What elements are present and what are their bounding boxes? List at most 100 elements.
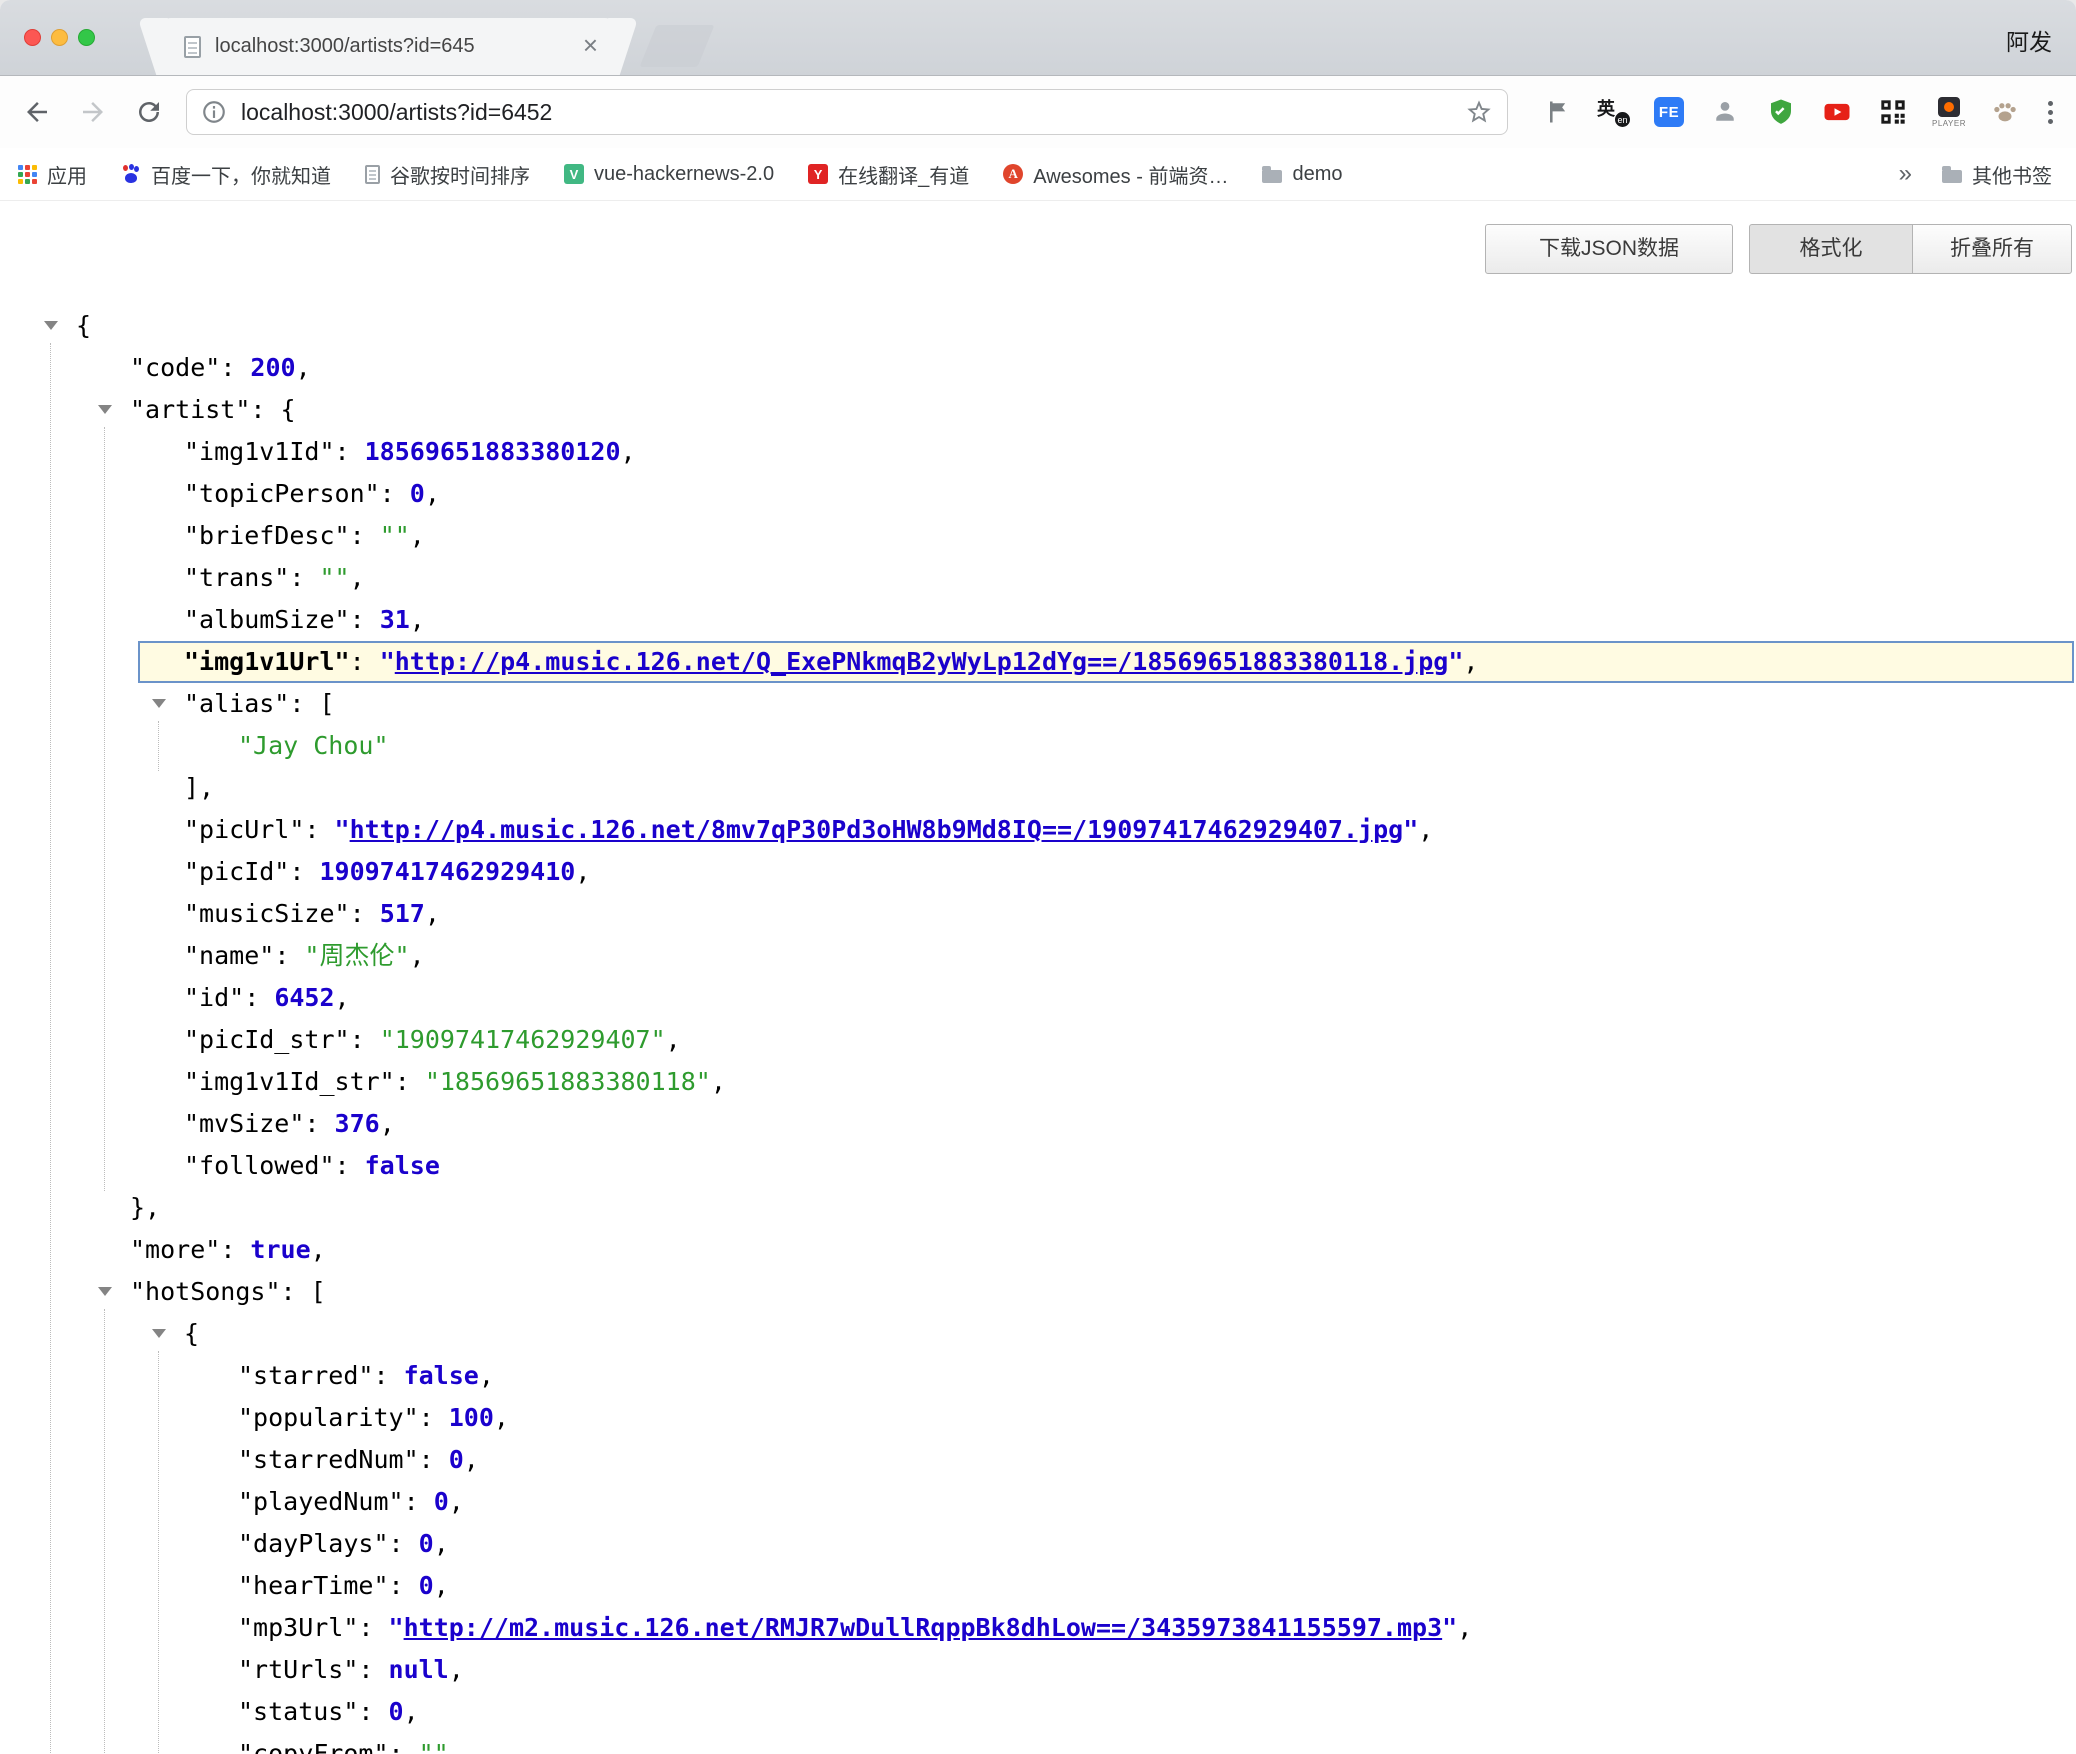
collapse-toggle-icon[interactable] (98, 1287, 112, 1296)
json-line: }, (0, 1187, 2076, 1229)
json-line: "id": 6452, (0, 977, 2076, 1019)
json-line: "trans": "", (0, 557, 2076, 599)
json-line: "popularity": 100, (0, 1397, 2076, 1439)
bookmarks-overflow-icon[interactable]: » (1899, 160, 1912, 188)
json-line: "code": 200, (0, 347, 2076, 389)
json-line: "alias": [ (0, 683, 2076, 725)
json-line: { (0, 1313, 2076, 1355)
baidu-favicon (121, 164, 141, 184)
bookmark-youdao[interactable]: Y 在线翻译_有道 (808, 160, 969, 189)
json-line: "name": "周杰伦", (0, 935, 2076, 977)
bookmark-awesomes[interactable]: A Awesomes - 前端资… (1003, 160, 1228, 189)
bookmark-label: 应用 (47, 160, 87, 189)
json-line: "picId": 19097417462929410, (0, 851, 2076, 893)
json-line: "img1v1Id": 18569651883380120, (0, 431, 2076, 473)
forward-button[interactable] (76, 95, 110, 129)
reload-button[interactable] (132, 95, 166, 129)
download-json-button[interactable]: 下载JSON数据 (1485, 224, 1733, 274)
bookmark-label: 谷歌按时间排序 (390, 160, 530, 189)
json-line: "rtUrls": null, (0, 1649, 2076, 1691)
bookmark-baidu[interactable]: 百度一下，你就知道 (121, 160, 331, 189)
collapse-toggle-icon[interactable] (98, 405, 112, 414)
bookmark-apps[interactable]: 应用 (18, 160, 87, 189)
player-extension-icon[interactable]: PLAYER (1932, 95, 1966, 129)
fehelper-extension-icon[interactable]: FE (1652, 95, 1686, 129)
collapse-all-button[interactable]: 折叠所有 (1912, 224, 2072, 274)
page-icon (184, 36, 201, 58)
close-window-button[interactable] (24, 29, 41, 46)
collapse-toggle-icon[interactable] (152, 1329, 166, 1338)
json-line: "starredNum": 0, (0, 1439, 2076, 1481)
new-tab-button[interactable] (640, 25, 715, 67)
bookmark-label: vue-hackernews-2.0 (594, 163, 774, 186)
browser-window: localhost:3000/artists?id=645 × 阿发 local… (0, 0, 2076, 1754)
youtube-extension-icon[interactable] (1820, 95, 1854, 129)
url-text[interactable]: localhost:3000/artists?id=6452 (241, 99, 1465, 126)
browser-menu-icon[interactable] (2038, 101, 2062, 124)
json-url-link[interactable]: http://p4.music.126.net/8mv7qP30Pd3oHW8b… (350, 815, 1404, 844)
bookmarks-bar: 应用 百度一下，你就知道 谷歌按时间排序 V vue-hackernews-2.… (0, 148, 2076, 201)
tree-guide-line (104, 1309, 105, 1754)
tab-bar: localhost:3000/artists?id=645 × 阿发 (0, 0, 2076, 76)
bookmark-demo[interactable]: demo (1262, 163, 1342, 186)
json-line: "copyFrom": "", (0, 1733, 2076, 1754)
json-line: "mp3Url": "http://m2.music.126.net/RMJR7… (0, 1607, 2076, 1649)
json-line: "playedNum": 0, (0, 1481, 2076, 1523)
bookmark-label: 百度一下，你就知道 (151, 160, 331, 189)
page-favicon (365, 165, 380, 184)
vue-favicon: V (564, 164, 584, 184)
bookmark-vue-hackernews[interactable]: V vue-hackernews-2.0 (564, 163, 774, 186)
bookmark-label: 在线翻译_有道 (838, 160, 969, 189)
tree-guide-line (104, 427, 105, 1191)
profile-extension-icon[interactable] (1708, 95, 1742, 129)
translate-extension-icon[interactable]: 英 en (1596, 95, 1630, 129)
address-bar[interactable]: localhost:3000/artists?id=6452 (186, 89, 1508, 135)
site-info-icon[interactable] (201, 99, 227, 125)
json-line: "mvSize": 376, (0, 1103, 2076, 1145)
shield-extension-icon[interactable] (1764, 95, 1798, 129)
player-caption: PLAYER (1932, 119, 1966, 128)
json-line: "starred": false, (0, 1355, 2076, 1397)
folder-icon (1262, 170, 1282, 183)
minimize-window-button[interactable] (51, 29, 68, 46)
page-content: 下载JSON数据 格式化 折叠所有 { "code": 200,"artist":… (0, 201, 2076, 1754)
json-line: ], (0, 767, 2076, 809)
tree-guide-line (50, 343, 51, 1754)
tree-guide-line (158, 1351, 159, 1754)
tree-guide-line (158, 721, 159, 771)
awesomes-favicon: A (1003, 164, 1023, 184)
browser-toolbar: localhost:3000/artists?id=6452 英 en FE (0, 76, 2076, 148)
collapse-toggle-icon[interactable] (152, 699, 166, 708)
json-line: "artist": { (0, 389, 2076, 431)
json-line: "picUrl": "http://p4.music.126.net/8mv7q… (0, 809, 2076, 851)
json-url-link[interactable]: http://m2.music.126.net/RMJR7wDullRqppBk… (404, 1613, 1443, 1642)
collapse-toggle-icon[interactable] (44, 321, 58, 330)
json-line: "more": true, (0, 1229, 2076, 1271)
json-line: "img1v1Id_str": "18569651883380118", (0, 1061, 2076, 1103)
translate-zh-glyph: 英 (1597, 95, 1615, 121)
browser-tab[interactable]: localhost:3000/artists?id=645 × (162, 18, 614, 75)
extension-icons: 英 en FE PLAYER (1540, 95, 2022, 129)
back-button[interactable] (20, 95, 54, 129)
bookmark-label: 其他书签 (1972, 160, 2052, 189)
bookmark-label: Awesomes - 前端资… (1033, 160, 1228, 189)
translate-en-badge: en (1615, 112, 1630, 127)
youdao-favicon: Y (808, 164, 828, 184)
json-line: "briefDesc": "", (0, 515, 2076, 557)
json-line: "picId_str": "19097417462929407", (0, 1019, 2076, 1061)
fehelper-label: FE (1654, 97, 1684, 127)
qrcode-extension-icon[interactable] (1876, 95, 1910, 129)
format-button[interactable]: 格式化 (1749, 224, 1913, 274)
bookmark-star-icon[interactable] (1465, 98, 1493, 126)
flag-extension-icon[interactable] (1540, 95, 1574, 129)
paw-extension-icon[interactable] (1988, 95, 2022, 129)
json-line: "status": 0, (0, 1691, 2076, 1733)
json-line: "musicSize": 517, (0, 893, 2076, 935)
fullscreen-window-button[interactable] (78, 29, 95, 46)
bookmark-google-sort[interactable]: 谷歌按时间排序 (365, 160, 530, 189)
json-url-link[interactable]: http://p4.music.126.net/Q_ExePNkmqB2yWyL… (395, 647, 1449, 676)
tab-close-icon[interactable]: × (583, 32, 598, 58)
other-bookmarks[interactable]: 其他书签 (1942, 160, 2052, 189)
profile-name[interactable]: 阿发 (2006, 23, 2052, 57)
json-line: "hearTime": 0, (0, 1565, 2076, 1607)
